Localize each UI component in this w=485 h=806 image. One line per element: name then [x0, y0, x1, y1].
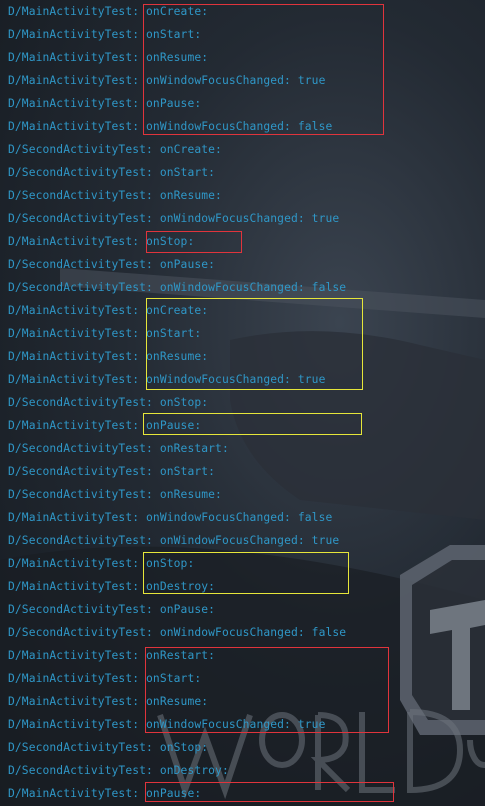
highlight-box-main-onstop: [146, 231, 242, 253]
log-line: D/SecondActivityTest: onWindowFocusChang…: [8, 276, 346, 299]
highlight-box-main-stop-destroy: [143, 552, 349, 594]
log-tag: D/MainActivityTest:: [8, 787, 140, 800]
log-message: onStop:: [159, 741, 209, 754]
log-line: D/SecondActivityTest: onStart:: [8, 460, 215, 483]
log-tag: D/MainActivityTest:: [8, 419, 140, 432]
log-tag: D/MainActivityTest:: [8, 120, 140, 133]
log-line: D/SecondActivityTest: onWindowFocusChang…: [8, 529, 339, 552]
log-line: D/MainActivityTest: onWindowFocusChanged…: [8, 506, 332, 529]
log-message: onWindowFocusChanged: false: [159, 626, 347, 639]
log-tag: D/MainActivityTest:: [8, 74, 140, 87]
log-message: onStop:: [159, 396, 209, 409]
log-line: D/SecondActivityTest: onWindowFocusChang…: [8, 207, 339, 230]
log-line: D/SecondActivityTest: onPause:: [8, 598, 215, 621]
log-line: D/SecondActivityTest: onStop:: [8, 736, 208, 759]
log-tag: D/MainActivityTest:: [8, 28, 140, 41]
log-message: onWindowFocusChanged: false: [146, 511, 333, 524]
log-tag: D/MainActivityTest:: [8, 97, 140, 110]
log-message: onWindowFocusChanged: true: [159, 534, 340, 547]
log-tag: D/MainActivityTest:: [8, 327, 140, 340]
log-message: onCreate:: [159, 143, 222, 156]
log-tag: D/MainActivityTest:: [8, 649, 140, 662]
log-message: onDestroy:: [159, 764, 229, 777]
log-message: onResume:: [159, 488, 222, 501]
log-tag: D/SecondActivityTest:: [8, 764, 153, 777]
log-tag: D/SecondActivityTest:: [8, 212, 153, 225]
log-tag: D/MainActivityTest:: [8, 51, 140, 64]
log-message: onStart:: [159, 465, 216, 478]
log-tag: D/MainActivityTest:: [8, 373, 140, 386]
log-tag: D/SecondActivityTest:: [8, 603, 153, 616]
log-message: onWindowFocusChanged: false: [159, 281, 347, 294]
log-tag: D/SecondActivityTest:: [8, 741, 153, 754]
log-tag: D/MainActivityTest:: [8, 580, 140, 593]
log-line: D/SecondActivityTest: onStop:: [8, 391, 208, 414]
log-tag: D/SecondActivityTest:: [8, 442, 153, 455]
highlight-box-main-create-to-focus-false: [143, 4, 384, 135]
log-tag: D/MainActivityTest:: [8, 350, 140, 363]
log-line: D/SecondActivityTest: onDestroy:: [8, 759, 229, 782]
log-tag: D/SecondActivityTest:: [8, 396, 153, 409]
highlight-box-main-recreate: [146, 298, 363, 390]
log-line: D/SecondActivityTest: onPause:: [8, 253, 215, 276]
log-message: onRestart:: [159, 442, 229, 455]
log-message: onPause:: [159, 603, 216, 616]
log-line: D/SecondActivityTest: onRestart:: [8, 437, 229, 460]
log-tag: D/MainActivityTest:: [8, 511, 140, 524]
log-tag: D/MainActivityTest:: [8, 5, 140, 18]
log-message: onStart:: [159, 166, 216, 179]
log-tag: D/MainActivityTest:: [8, 718, 140, 731]
log-tag: D/SecondActivityTest:: [8, 281, 153, 294]
log-line: D/SecondActivityTest: onResume:: [8, 483, 222, 506]
log-message: onWindowFocusChanged: true: [159, 212, 340, 225]
log-tag: D/SecondActivityTest:: [8, 166, 153, 179]
highlight-box-main-final-pause: [145, 782, 394, 802]
shield-logo-icon: [400, 545, 485, 735]
log-tag: D/SecondActivityTest:: [8, 143, 153, 156]
log-line: D/SecondActivityTest: onStart:: [8, 161, 215, 184]
log-tag: D/SecondActivityTest:: [8, 465, 153, 478]
log-line: D/SecondActivityTest: onResume:: [8, 184, 222, 207]
log-tag: D/MainActivityTest:: [8, 235, 140, 248]
log-tag: D/SecondActivityTest:: [8, 488, 153, 501]
log-tag: D/MainActivityTest:: [8, 695, 140, 708]
log-tag: D/MainActivityTest:: [8, 672, 140, 685]
log-line: D/SecondActivityTest: onWindowFocusChang…: [8, 621, 346, 644]
log-tag: D/SecondActivityTest:: [8, 534, 153, 547]
log-tag: D/MainActivityTest:: [8, 557, 140, 570]
highlight-box-main-onpause: [143, 413, 362, 435]
log-tag: D/MainActivityTest:: [8, 304, 140, 317]
log-message: onPause:: [159, 258, 216, 271]
highlight-box-main-restart: [145, 647, 389, 733]
log-tag: D/SecondActivityTest:: [8, 258, 153, 271]
log-message: onResume:: [159, 189, 222, 202]
log-tag: D/SecondActivityTest:: [8, 626, 153, 639]
log-tag: D/SecondActivityTest:: [8, 189, 153, 202]
log-line: D/SecondActivityTest: onCreate:: [8, 138, 222, 161]
